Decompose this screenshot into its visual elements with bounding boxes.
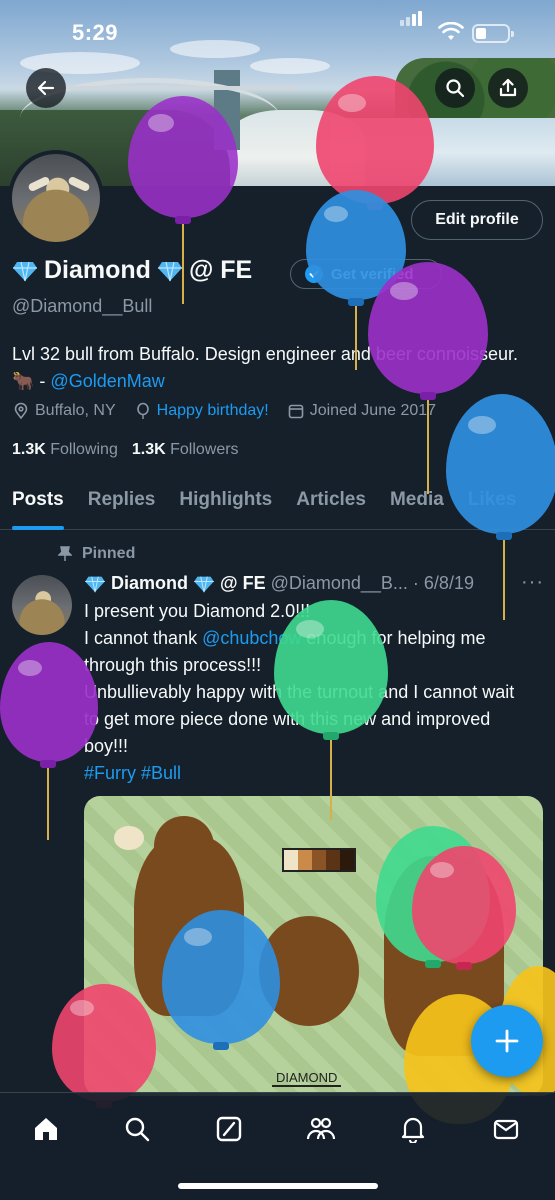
followers-stat[interactable]: 1.3K Followers — [132, 441, 239, 459]
follow-stats: 1.3K Following 1.3K Followers — [12, 441, 239, 459]
nav-notifications[interactable] — [391, 1107, 435, 1151]
tweet-author-avatar[interactable] — [12, 575, 72, 635]
search-button[interactable] — [435, 68, 475, 108]
followers-count: 1.3K — [131, 441, 166, 458]
artwork-label: DIAMOND — [272, 1070, 342, 1087]
calendar-icon — [288, 404, 304, 419]
wifi-icon — [438, 22, 464, 40]
diamond-emoji-icon — [194, 576, 214, 592]
nav-communities[interactable] — [299, 1107, 343, 1151]
profile-tabs: Posts Replies Highlights Articles Media … — [0, 470, 555, 530]
tweet-header: Diamond @ FE @Diamond__B... · 6/8/19 — [84, 573, 474, 594]
following-count: 1.3K — [12, 441, 46, 458]
diamond-emoji-icon — [85, 576, 105, 592]
profile-handle: @Diamond__Bull — [12, 296, 153, 316]
communities-icon — [306, 1117, 336, 1140]
search-icon — [125, 1117, 150, 1142]
tweet-date[interactable]: · 6/8/19 — [413, 573, 474, 594]
profile-joined: Joined June 2017 — [309, 402, 437, 419]
plus-icon — [495, 1029, 519, 1053]
profile-location: Buffalo, NY — [35, 402, 116, 419]
nav-grok[interactable] — [207, 1107, 251, 1151]
profile-meta: Buffalo, NY Happy birthday! Joined June … — [12, 402, 454, 420]
profile-display-name: Diamond — [44, 256, 151, 284]
pinned-label: Pinned — [82, 545, 136, 562]
status-time: 5:29 — [72, 20, 119, 45]
tweet-author-name[interactable]: Diamond — [111, 573, 188, 594]
followers-label: Followers — [170, 441, 239, 458]
nav-search[interactable] — [115, 1107, 159, 1151]
tab-articles[interactable]: Articles — [284, 470, 378, 530]
notifications-icon — [401, 1117, 425, 1143]
tab-posts[interactable]: Posts — [0, 470, 76, 530]
get-verified-label: Get verified — [331, 265, 414, 283]
back-arrow-icon — [37, 80, 55, 96]
following-label: Following — [50, 441, 118, 458]
tweet-text: I present you Diamond 2.0!!! I cannot th… — [84, 598, 534, 787]
diamond-emoji-icon — [13, 261, 37, 281]
edit-profile-button[interactable]: Edit profile — [411, 200, 543, 240]
tab-highlights[interactable]: Highlights — [167, 470, 284, 530]
nav-messages[interactable] — [484, 1107, 528, 1151]
share-button[interactable] — [488, 68, 528, 108]
profile-name-row: Diamond @ FE — [12, 256, 252, 285]
tab-likes[interactable]: Likes — [456, 470, 529, 530]
home-icon — [35, 1118, 57, 1140]
compose-post-button[interactable] — [471, 1005, 543, 1077]
diamond-emoji-icon — [157, 261, 182, 281]
verified-check-icon — [305, 265, 323, 283]
battery-icon — [472, 24, 514, 43]
pin-icon — [58, 546, 72, 561]
tab-media[interactable]: Media — [378, 470, 456, 530]
home-indicator[interactable] — [178, 1183, 378, 1189]
profile-avatar[interactable] — [8, 150, 104, 246]
tweet-more-icon[interactable]: ··· — [521, 571, 544, 594]
share-icon — [499, 78, 517, 97]
location-pin-icon — [14, 402, 28, 420]
tab-replies[interactable]: Replies — [76, 470, 168, 530]
get-verified-button[interactable]: Get verified — [290, 259, 442, 289]
profile-name-suffix: @ FE — [188, 256, 253, 284]
tweet-mention-link[interactable]: @chubchow — [202, 628, 301, 648]
profile-bio: Lvl 32 bull from Buffalo. Design enginee… — [12, 341, 532, 395]
color-swatches — [282, 848, 356, 872]
status-bar: 5:29 — [0, 0, 555, 64]
tweet-hashtags[interactable]: #Furry #Bull — [84, 763, 181, 783]
balloon-icon — [136, 402, 149, 419]
pinned-indicator: Pinned — [58, 545, 135, 563]
following-stat[interactable]: 1.3K Following — [12, 441, 118, 459]
messages-icon — [493, 1119, 519, 1140]
bio-mention-link[interactable]: @GoldenMaw — [50, 371, 164, 391]
search-icon — [446, 79, 465, 98]
back-button[interactable] — [26, 68, 66, 108]
tweet-author-suffix: @ FE — [220, 573, 266, 593]
nav-home[interactable] — [24, 1107, 68, 1151]
tweet-author-handle: @Diamond__B... — [270, 573, 408, 593]
grok-icon — [216, 1116, 242, 1142]
profile-birthday[interactable]: Happy birthday! — [157, 402, 269, 420]
